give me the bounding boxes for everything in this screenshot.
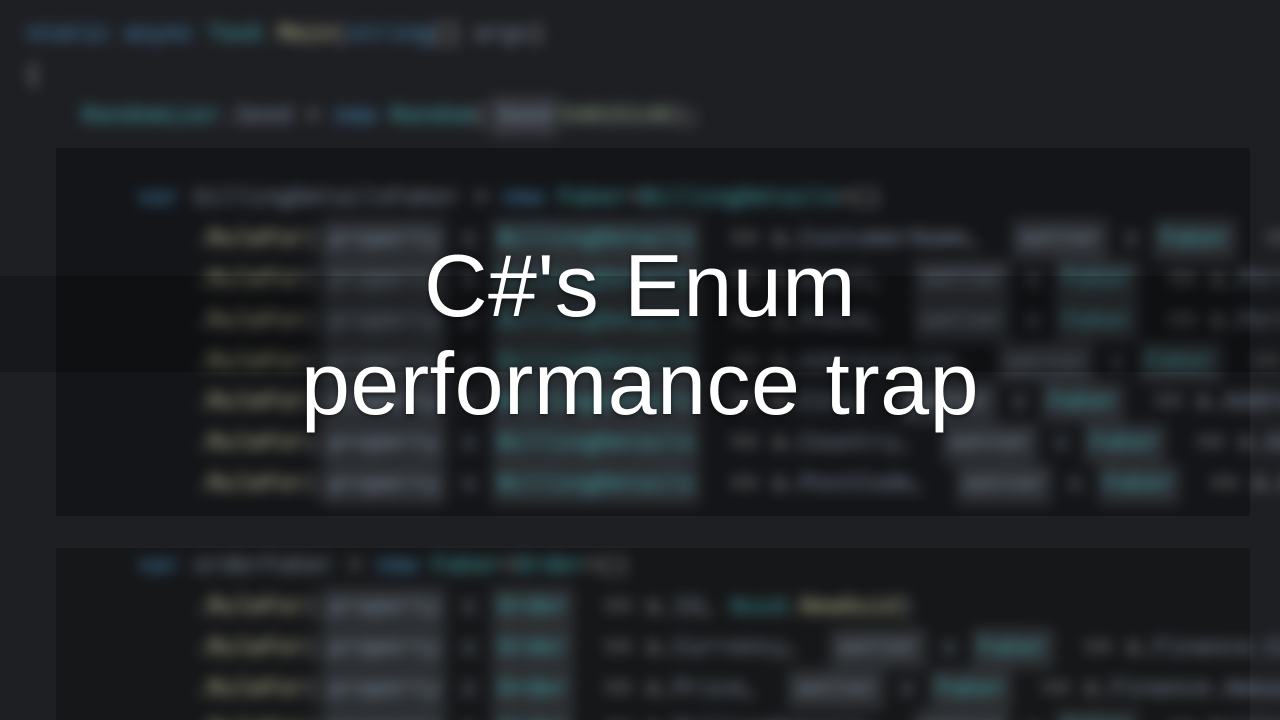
video-thumbnail: static async Task Main(string[] args) { … bbox=[0, 0, 1280, 720]
title-line-2: performance trap bbox=[301, 338, 979, 430]
title-line-1: C#'s Enum bbox=[424, 240, 856, 332]
thumbnail-title: C#'s Enum performance trap bbox=[0, 240, 1280, 431]
